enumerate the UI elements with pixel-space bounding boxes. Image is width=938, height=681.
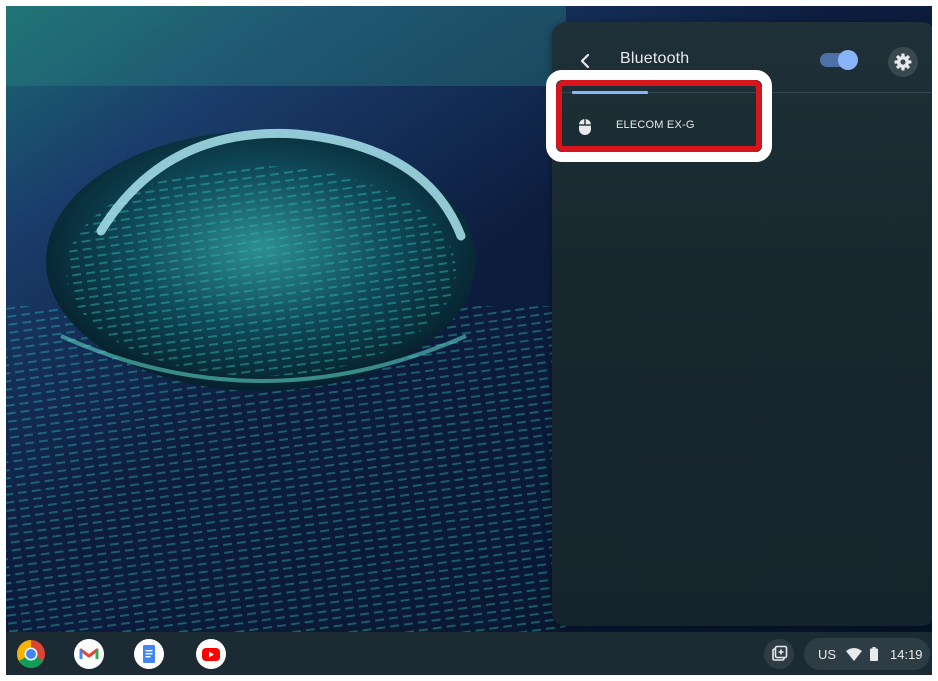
mouse-icon bbox=[579, 119, 591, 135]
battery-icon bbox=[870, 647, 878, 661]
bluetooth-toggle[interactable] bbox=[820, 50, 858, 70]
status-tray[interactable]: US 14:19 bbox=[804, 638, 930, 670]
back-button[interactable] bbox=[572, 47, 600, 75]
gear-icon bbox=[894, 53, 912, 71]
bluetooth-panel: Bluetooth ELECOM EX-G bbox=[546, 22, 932, 626]
ime-indicator: US bbox=[818, 647, 837, 662]
toggle-knob bbox=[838, 50, 858, 70]
device-item-elecom-ex-g[interactable]: ELECOM EX-G bbox=[564, 104, 754, 148]
desktop-screen: Bluetooth ELECOM EX-G US 14:19 bbox=[6, 6, 932, 675]
clock: 14:19 bbox=[890, 647, 923, 662]
app-gmail[interactable] bbox=[74, 639, 104, 669]
gmail-icon bbox=[79, 648, 99, 659]
shelf: US 14:19 bbox=[6, 632, 932, 675]
holding-space-button[interactable] bbox=[764, 639, 794, 669]
scanning-progress-bar bbox=[572, 91, 648, 94]
panel-title: Bluetooth bbox=[620, 50, 690, 67]
panel-header: Bluetooth bbox=[552, 22, 932, 92]
app-docs[interactable] bbox=[134, 639, 164, 669]
chevron-left-icon bbox=[580, 53, 590, 69]
wifi-icon bbox=[846, 648, 862, 661]
youtube-icon bbox=[202, 648, 220, 661]
app-chrome[interactable] bbox=[16, 639, 46, 669]
chrome-icon bbox=[17, 640, 45, 668]
device-name: ELECOM EX-G bbox=[616, 119, 695, 131]
holding-space-icon bbox=[772, 645, 788, 661]
bluetooth-settings-button[interactable] bbox=[888, 47, 918, 77]
docs-icon bbox=[143, 645, 155, 663]
app-youtube[interactable] bbox=[196, 639, 226, 669]
